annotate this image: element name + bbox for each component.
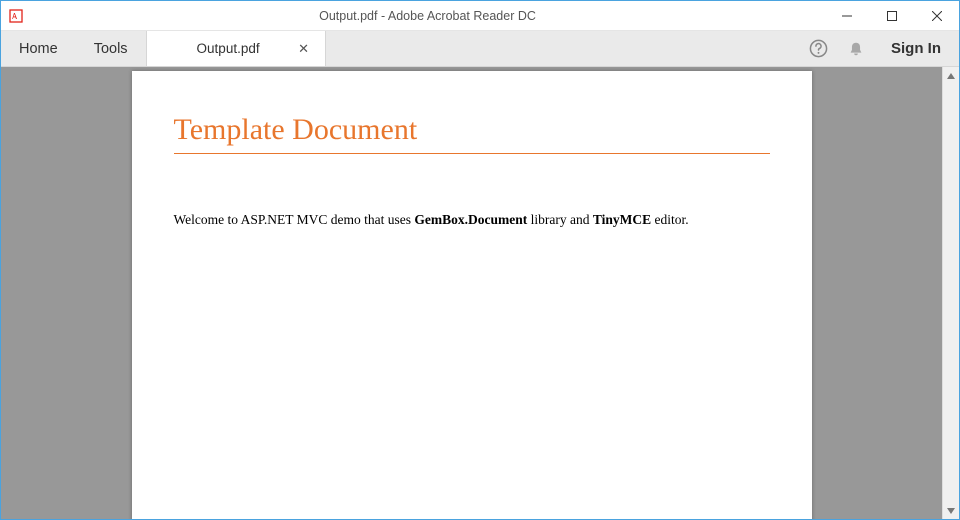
page-heading: Template Document: [174, 113, 770, 154]
tools-tab[interactable]: Tools: [76, 31, 146, 66]
document-viewer[interactable]: Template Document Welcome to ASP.NET MVC…: [1, 67, 942, 519]
content-area: Template Document Welcome to ASP.NET MVC…: [1, 67, 959, 519]
titlebar: Output.pdf - Adobe Acrobat Reader DC: [1, 1, 959, 31]
app-icon: [1, 9, 31, 23]
document-tab-label: Output.pdf: [197, 41, 271, 56]
toolbar-right: Sign In: [807, 31, 959, 66]
bell-icon[interactable]: [845, 38, 867, 60]
document-tab[interactable]: Output.pdf ✕: [146, 31, 326, 66]
body-bold-2: TinyMCE: [593, 212, 651, 227]
scroll-track[interactable]: [943, 84, 959, 502]
home-tab[interactable]: Home: [1, 31, 76, 66]
close-button[interactable]: [914, 1, 959, 30]
signin-button[interactable]: Sign In: [883, 40, 941, 57]
scroll-up-icon[interactable]: [943, 67, 959, 84]
help-icon[interactable]: [807, 38, 829, 60]
window-title: Output.pdf - Adobe Acrobat Reader DC: [31, 9, 824, 23]
pdf-page: Template Document Welcome to ASP.NET MVC…: [132, 71, 812, 519]
minimize-button[interactable]: [824, 1, 869, 30]
vertical-scrollbar[interactable]: [942, 67, 959, 519]
scroll-down-icon[interactable]: [943, 502, 959, 519]
maximize-button[interactable]: [869, 1, 914, 30]
close-icon[interactable]: ✕: [295, 40, 313, 58]
body-text-3: editor.: [651, 212, 689, 227]
body-text: Welcome to ASP.NET MVC demo that uses: [174, 212, 415, 227]
app-window: Output.pdf - Adobe Acrobat Reader DC Hom…: [0, 0, 960, 520]
toolbar-left: Home Tools Output.pdf ✕: [1, 31, 326, 66]
toolbar: Home Tools Output.pdf ✕ Sign: [1, 31, 959, 67]
window-controls: [824, 1, 959, 30]
page-body: Welcome to ASP.NET MVC demo that uses Ge…: [174, 212, 770, 228]
body-text-2: library and: [527, 212, 593, 227]
body-bold-1: GemBox.Document: [414, 212, 527, 227]
